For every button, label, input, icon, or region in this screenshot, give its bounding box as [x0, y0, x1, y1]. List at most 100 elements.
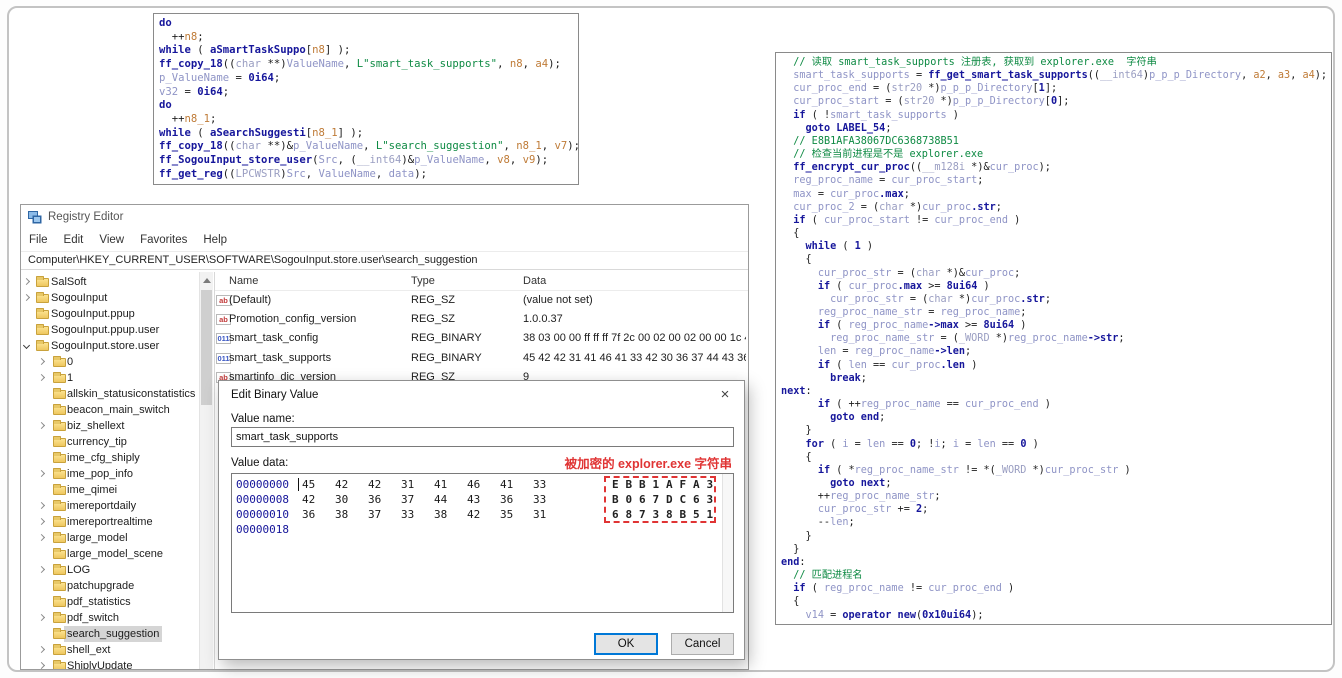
tree-item-LOG[interactable]: LOG [21, 562, 213, 578]
menu-item-edit[interactable]: Edit [56, 234, 92, 246]
tree-item-SogouInput.ppup[interactable]: SogouInput.ppup [21, 306, 213, 322]
code-line: do [159, 99, 172, 112]
chevron-collapsed-icon[interactable] [37, 645, 46, 654]
tree-item-large_model[interactable]: large_model [21, 530, 213, 546]
menu-item-view[interactable]: View [91, 234, 132, 246]
tree-item-label: ime_qimei [67, 484, 118, 496]
registry-value-row[interactable]: 011 smart_task_config REG_BINARY 38 03 00 0… [215, 329, 748, 348]
tree-item-SogouInput.ppup.user[interactable]: SogouInput.ppup.user [21, 322, 213, 338]
chevron-collapsed-icon[interactable] [37, 517, 46, 526]
tree-item-large_model_scene[interactable]: large_model_scene [21, 546, 213, 562]
chevron-expanded-icon[interactable] [22, 341, 31, 350]
folder-icon [53, 404, 66, 415]
column-header-name[interactable]: Name [229, 272, 258, 291]
tree-item-label: ShiplyUpdate [67, 660, 133, 669]
code-line: reg_proc_name_str = reg_proc_name; [817, 306, 1027, 318]
chevron-collapsed-icon[interactable] [37, 469, 46, 478]
chevron-collapsed-icon[interactable] [37, 421, 46, 430]
tree-item-currency_tip[interactable]: currency_tip [21, 434, 213, 450]
tree-item-label: biz_shellext [67, 420, 125, 432]
tree-item-SogouInput.store.user[interactable]: SogouInput.store.user [21, 338, 213, 354]
close-icon[interactable]: × [714, 384, 736, 406]
tree-item-imereportdaily[interactable]: imereportdaily [21, 498, 213, 514]
value-data: (value not set) [523, 294, 593, 306]
tree-item-beacon_main_switch[interactable]: beacon_main_switch [21, 402, 213, 418]
code-line: // 检查当前进程是不是 explorer.exe [793, 149, 984, 161]
tree-item-label: shell_ext [67, 644, 111, 656]
value-name: smart_task_config [229, 332, 319, 345]
code-line: if ( *reg_proc_name_str != *(_WORD *)cur… [817, 464, 1131, 476]
hex-byte: 37 [368, 508, 382, 521]
code-line: if ( cur_proc.max >= 8ui64 ) [817, 280, 990, 292]
chevron-collapsed-icon[interactable] [37, 501, 46, 510]
value-type: REG_BINARY [411, 351, 482, 364]
tree-item-1[interactable]: 1 [21, 370, 213, 386]
chevron-collapsed-icon[interactable] [37, 565, 46, 574]
tree-item-ime_pop_info[interactable]: ime_pop_info [21, 466, 213, 482]
code-line: ff_copy_18((char **)ValueName, L"smart_t… [159, 58, 561, 71]
chevron-collapsed-icon[interactable] [22, 277, 31, 286]
tree-item-ime_qimei[interactable]: ime_qimei [21, 482, 213, 498]
tree-item-shell_ext[interactable]: shell_ext [21, 642, 213, 658]
ok-button[interactable]: OK [594, 633, 658, 655]
chevron-collapsed-icon[interactable] [37, 373, 46, 382]
hex-editor[interactable]: 00000000 45 42 42 31 41 46 41 33 E B B 1 A F A 3 00000008… [231, 473, 734, 613]
tree-item-SogouInput[interactable]: SogouInput [21, 290, 213, 306]
registry-value-row[interactable]: ab (Default) REG_SZ (value not set) [215, 291, 748, 310]
code-line: cur_proc_2 = (char *)cur_proc.str; [793, 201, 1002, 213]
code-line: if ( reg_proc_name != cur_proc_end ) [793, 583, 1015, 595]
hex-byte: 38 [335, 508, 349, 521]
chevron-collapsed-icon[interactable] [37, 533, 46, 542]
chevron-collapsed-icon[interactable] [37, 661, 46, 669]
hex-byte: 36 [500, 493, 514, 506]
tree-item-allskin_statusiconstatistics[interactable]: allskin_statusiconstatistics [21, 386, 213, 402]
tree-item-biz_shellext[interactable]: biz_shellext [21, 418, 213, 434]
tree-item-SalSoft[interactable]: SalSoft [21, 274, 213, 290]
folder-icon [53, 436, 66, 447]
hex-byte: 46 [467, 478, 481, 491]
chevron-collapsed-icon[interactable] [37, 613, 46, 622]
tree-item-patchupgrade[interactable]: patchupgrade [21, 578, 213, 594]
value-name-input[interactable] [231, 427, 734, 447]
folder-icon [53, 452, 66, 463]
hex-scrollbar[interactable] [722, 474, 733, 612]
code-line: cur_proc_end = (str20 *)p_p_p_Directory[… [793, 83, 1058, 95]
scroll-up-icon[interactable] [203, 278, 211, 283]
code-line: reg_proc_name_str = (_WORD *)reg_proc_na… [830, 333, 1125, 345]
menu-item-file[interactable]: File [21, 234, 56, 246]
code-line: } [781, 530, 812, 542]
tree-item-imereportrealtime[interactable]: imereportrealtime [21, 514, 213, 530]
registry-address-bar[interactable]: Computer\HKEY_CURRENT_USER\SOFTWARE\Sogo… [21, 251, 748, 270]
scrollbar-thumb[interactable] [201, 290, 212, 405]
tree-scrollbar[interactable] [199, 272, 213, 669]
window-title: Registry Editor [48, 211, 124, 223]
chevron-collapsed-icon[interactable] [22, 293, 31, 302]
menu-item-favorites[interactable]: Favorites [132, 234, 195, 246]
folder-icon [53, 564, 66, 575]
tree-item-pdf_switch[interactable]: pdf_switch [21, 610, 213, 626]
chevron-collapsed-icon[interactable] [37, 357, 46, 366]
tree-item-label: SogouInput.store.user [51, 340, 160, 352]
column-header-data[interactable]: Data [523, 272, 546, 291]
tree-item-0[interactable]: 0 [21, 354, 213, 370]
hex-byte: 33 [401, 508, 415, 521]
menu-bar: File Edit View Favorites Help [21, 229, 748, 251]
hex-byte: 44 [434, 493, 448, 506]
tree-item-label: patchupgrade [67, 580, 135, 592]
tree-item-ime_cfg_shiply[interactable]: ime_cfg_shiply [21, 450, 213, 466]
registry-value-row[interactable]: ab Promotion_config_version REG_SZ 1.0.0.37 [215, 310, 748, 329]
tree-item-label: ime_cfg_shiply [67, 452, 140, 464]
folder-icon [53, 644, 66, 655]
tree-item-label: SogouInput.ppup.user [51, 324, 160, 336]
tree-item-ShiplyUpdate[interactable]: ShiplyUpdate [21, 658, 213, 669]
tree-item-search_suggestion[interactable]: search_suggestion [21, 626, 213, 642]
code-line: // 匹配进程名 [793, 570, 863, 582]
code-line: while ( 1 ) [805, 241, 874, 253]
menu-item-help[interactable]: Help [195, 234, 235, 246]
column-header-type[interactable]: Type [411, 272, 435, 291]
folder-icon [36, 324, 49, 335]
registry-value-row[interactable]: 011 smart_task_supports REG_BINARY 45 42 42… [215, 349, 748, 368]
tree-item-label: LOG [67, 564, 91, 576]
cancel-button[interactable]: Cancel [671, 633, 734, 655]
tree-item-pdf_statistics[interactable]: pdf_statistics [21, 594, 213, 610]
